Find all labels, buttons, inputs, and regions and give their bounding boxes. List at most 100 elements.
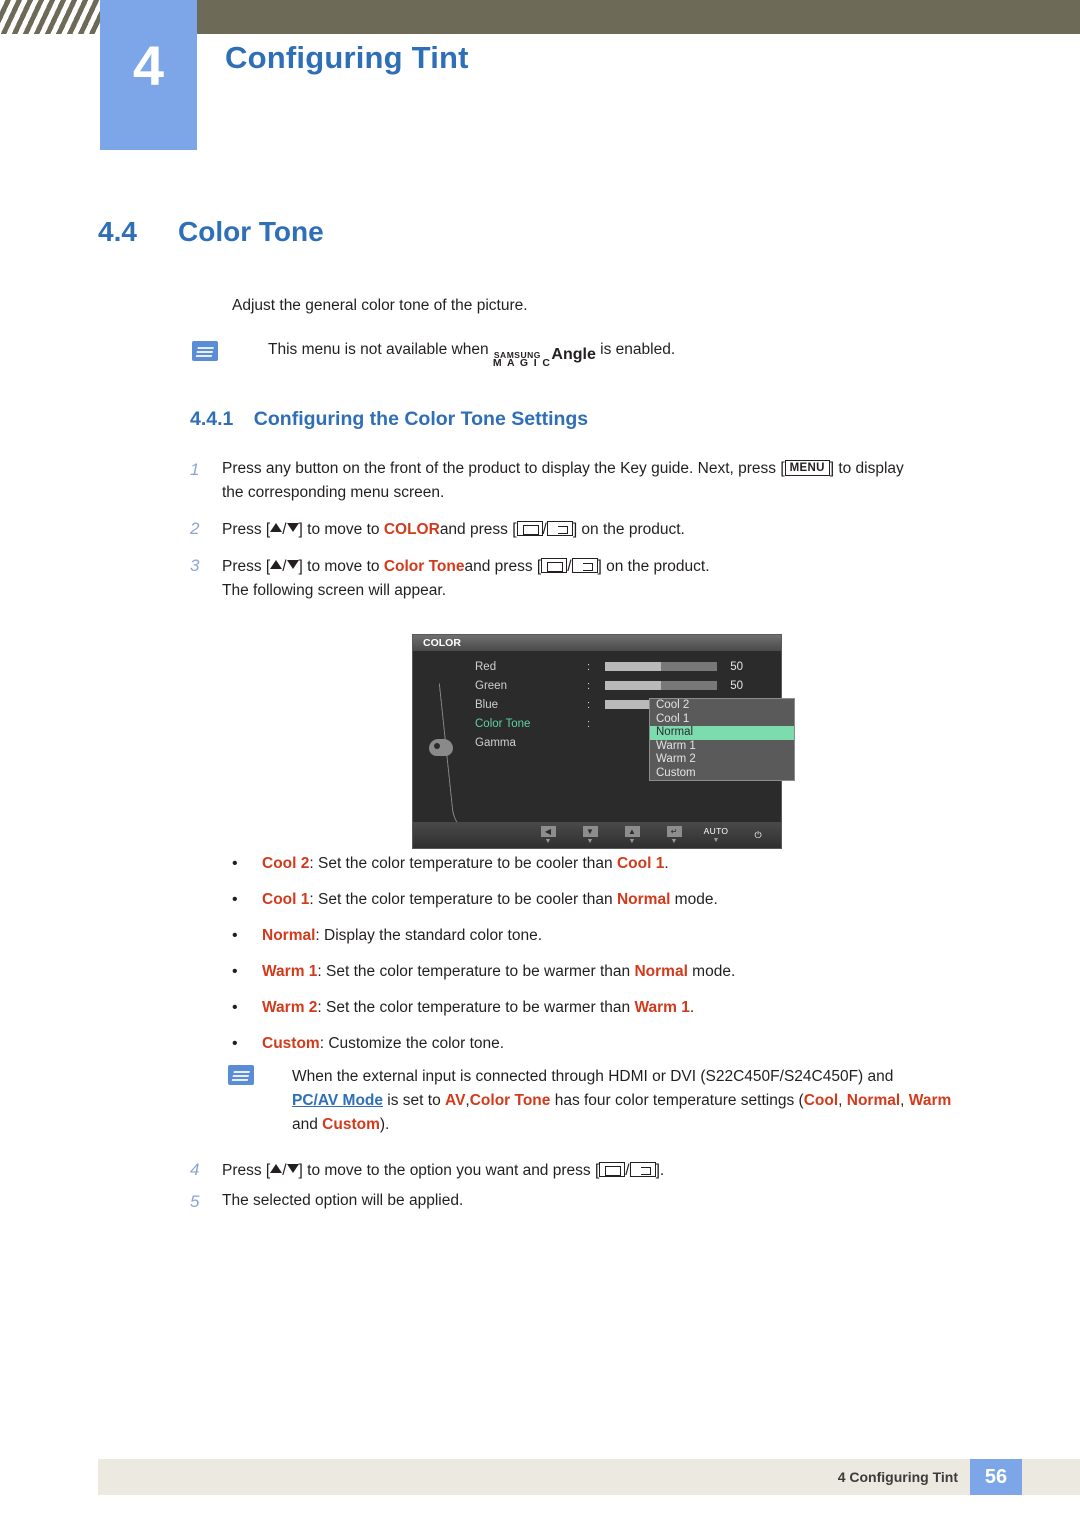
arrow-up-icon bbox=[270, 1164, 283, 1173]
arrow-up-icon bbox=[270, 560, 283, 569]
step-1-line-2: the corresponding menu screen. bbox=[222, 484, 445, 501]
step-4-number: 4 bbox=[190, 1160, 200, 1179]
osd-color-tone-dropdown[interactable]: Cool 2 Cool 1 Normal Warm 1 Warm 2 Custo… bbox=[649, 698, 795, 781]
osd-button-down[interactable]: ▼ ▼ bbox=[575, 825, 605, 845]
note-2-custom: Custom bbox=[322, 1116, 380, 1134]
option-desc-a: : Set the color temperature to be cooler… bbox=[309, 891, 617, 908]
osd-row-label: Green bbox=[475, 679, 507, 692]
left-arrow-icon: ◀ bbox=[540, 825, 556, 837]
option-desc-a: : Customize the color tone. bbox=[319, 1035, 505, 1052]
osd-row-label: Gamma bbox=[475, 736, 516, 749]
list-item: Cool 2: Set the color temperature to be … bbox=[232, 855, 1032, 873]
step-2-text-d: ] on the product. bbox=[572, 521, 685, 538]
step-2-text-b: ] to move to bbox=[298, 521, 380, 538]
step-1-body: Press any button on the front of the pro… bbox=[222, 460, 904, 502]
page-number-badge: 56 bbox=[970, 1459, 1022, 1495]
section-number: 4.4 bbox=[98, 216, 137, 247]
osd-slider[interactable] bbox=[605, 681, 717, 690]
step-3-text-c: and press [ bbox=[464, 558, 542, 575]
note-2-line-1: When the external input is connected thr… bbox=[292, 1068, 894, 1085]
option-term: Warm 2 bbox=[262, 999, 318, 1016]
note-2-color-tone: Color Tone bbox=[469, 1092, 551, 1110]
bullet-icon bbox=[232, 855, 262, 873]
arrow-down-icon bbox=[286, 560, 299, 569]
osd-row-value: 50 bbox=[730, 660, 743, 673]
option-desc-a: : Set the color temperature to be cooler… bbox=[309, 855, 617, 872]
osd-menu-item-warm1[interactable]: Warm 1 bbox=[650, 740, 794, 754]
osd-row-label: Color Tone bbox=[475, 717, 531, 730]
osd-menu-item-normal[interactable]: Normal bbox=[650, 726, 794, 740]
note-row-1: This menu is not available when SAMSUNG … bbox=[192, 341, 676, 369]
osd-button-up[interactable]: ▲ ▼ bbox=[617, 825, 647, 845]
footer-chapter-label: 4 Configuring Tint bbox=[837, 1469, 958, 1485]
option-term: Custom bbox=[262, 1035, 320, 1052]
step-4-text-b: ] to move to the option you want and pre… bbox=[298, 1162, 600, 1179]
osd-button-bar: ◀ ▼ ▼ ▼ ▲ ▼ ↵ ▼ AUTO ▼ ⏻ bbox=[413, 822, 781, 848]
option-desc-a: : Display the standard color tone. bbox=[315, 927, 543, 944]
osd-button-enter[interactable]: ↵ ▼ bbox=[659, 825, 689, 845]
list-item-text: Warm 2: Set the color temperature to be … bbox=[262, 999, 694, 1017]
osd-row[interactable]: Red : 50 bbox=[475, 657, 781, 676]
subsection-heading: 4.4.1 Configuring the Color Tone Setting… bbox=[190, 408, 588, 431]
note-2-warm: Warm bbox=[908, 1092, 952, 1110]
option-term-2: Normal bbox=[634, 963, 688, 980]
note-1-suffix: is enabled. bbox=[600, 341, 676, 358]
osd-colon: : bbox=[587, 660, 591, 673]
arrow-up-icon bbox=[270, 523, 283, 532]
osd-menu-item-custom[interactable]: Custom bbox=[650, 767, 794, 781]
magic-badge-magic: M A G I C bbox=[492, 356, 552, 369]
step-3-number: 3 bbox=[190, 556, 200, 575]
osd-button-caret: ▼ bbox=[670, 837, 678, 845]
option-term-2: Cool 1 bbox=[616, 855, 665, 872]
chapter-number-badge: 4 bbox=[100, 0, 197, 150]
enter-key-icon bbox=[541, 558, 568, 573]
bullet-icon bbox=[232, 1035, 262, 1053]
osd-button-left[interactable]: ◀ ▼ bbox=[533, 825, 563, 845]
note-icon bbox=[192, 341, 218, 361]
note-2-line-3a: and bbox=[292, 1116, 323, 1134]
section-intro: Adjust the general color tone of the pic… bbox=[232, 297, 528, 314]
osd-button-auto-label: AUTO bbox=[703, 826, 729, 836]
step-3-body: Press [/] to move to Color Toneand press… bbox=[222, 558, 710, 599]
power-icon: ⏻ bbox=[754, 830, 762, 840]
option-desc-b: . bbox=[689, 999, 695, 1016]
step-1-number: 1 bbox=[190, 460, 200, 479]
osd-menu-item-warm2[interactable]: Warm 2 bbox=[650, 753, 794, 767]
osd-left-panel bbox=[413, 651, 490, 843]
option-term: Cool 1 bbox=[262, 891, 310, 908]
option-term-2: Warm 1 bbox=[634, 999, 690, 1016]
osd-row[interactable]: Green : 50 bbox=[475, 676, 781, 695]
step-4-text-a: Press [ bbox=[222, 1162, 271, 1179]
note-2-line-3b: ). bbox=[379, 1116, 390, 1134]
step-1-text-b: ] to display bbox=[829, 460, 904, 477]
arrow-down-icon bbox=[286, 1164, 299, 1173]
step-5: 5 The selected option will be applied. bbox=[190, 1192, 1050, 1212]
steps-4-5: 4 Press [/] to move to the option you wa… bbox=[190, 1160, 1050, 1211]
osd-button-auto[interactable]: AUTO ▼ bbox=[701, 826, 731, 844]
list-item: Warm 2: Set the color temperature to be … bbox=[232, 999, 1032, 1017]
osd-slider[interactable] bbox=[605, 662, 717, 671]
note-2-pcav-mode: PC/AV Mode bbox=[292, 1092, 383, 1110]
option-term: Warm 1 bbox=[262, 963, 318, 980]
osd-colon: : bbox=[587, 698, 591, 711]
list-item: Custom: Customize the color tone. bbox=[232, 1035, 1032, 1053]
page-title: Color Tone bbox=[178, 216, 324, 247]
header-hatch-decoration bbox=[0, 0, 100, 34]
note-1-prefix: This menu is not available when bbox=[268, 341, 489, 358]
list-item: Cool 1: Set the color temperature to be … bbox=[232, 891, 1032, 909]
option-desc-b: . bbox=[664, 855, 669, 872]
step-4-body: Press [/] to move to the option you want… bbox=[222, 1162, 665, 1179]
menu-key-icon: MENU bbox=[784, 460, 830, 476]
osd-screenshot: COLOR Red : 50 Green : 50 Blue : 50 Colo… bbox=[412, 634, 795, 849]
bullet-icon bbox=[232, 999, 262, 1017]
osd-title: COLOR bbox=[413, 635, 781, 651]
option-desc-b: mode. bbox=[670, 891, 718, 908]
step-5-body: The selected option will be applied. bbox=[222, 1192, 464, 1209]
option-term: Cool 2 bbox=[262, 855, 310, 872]
step-2-body: Press [/] to move to COLORand press [/] … bbox=[222, 521, 685, 538]
osd-menu-item-cool2[interactable]: Cool 2 bbox=[650, 699, 794, 713]
osd-menu-item-cool1[interactable]: Cool 1 bbox=[650, 713, 794, 727]
step-1-text-a: Press any button on the front of the pro… bbox=[222, 460, 785, 477]
list-item-text: Normal: Display the standard color tone. bbox=[262, 927, 542, 945]
osd-button-power[interactable]: ⏻ bbox=[743, 830, 773, 840]
